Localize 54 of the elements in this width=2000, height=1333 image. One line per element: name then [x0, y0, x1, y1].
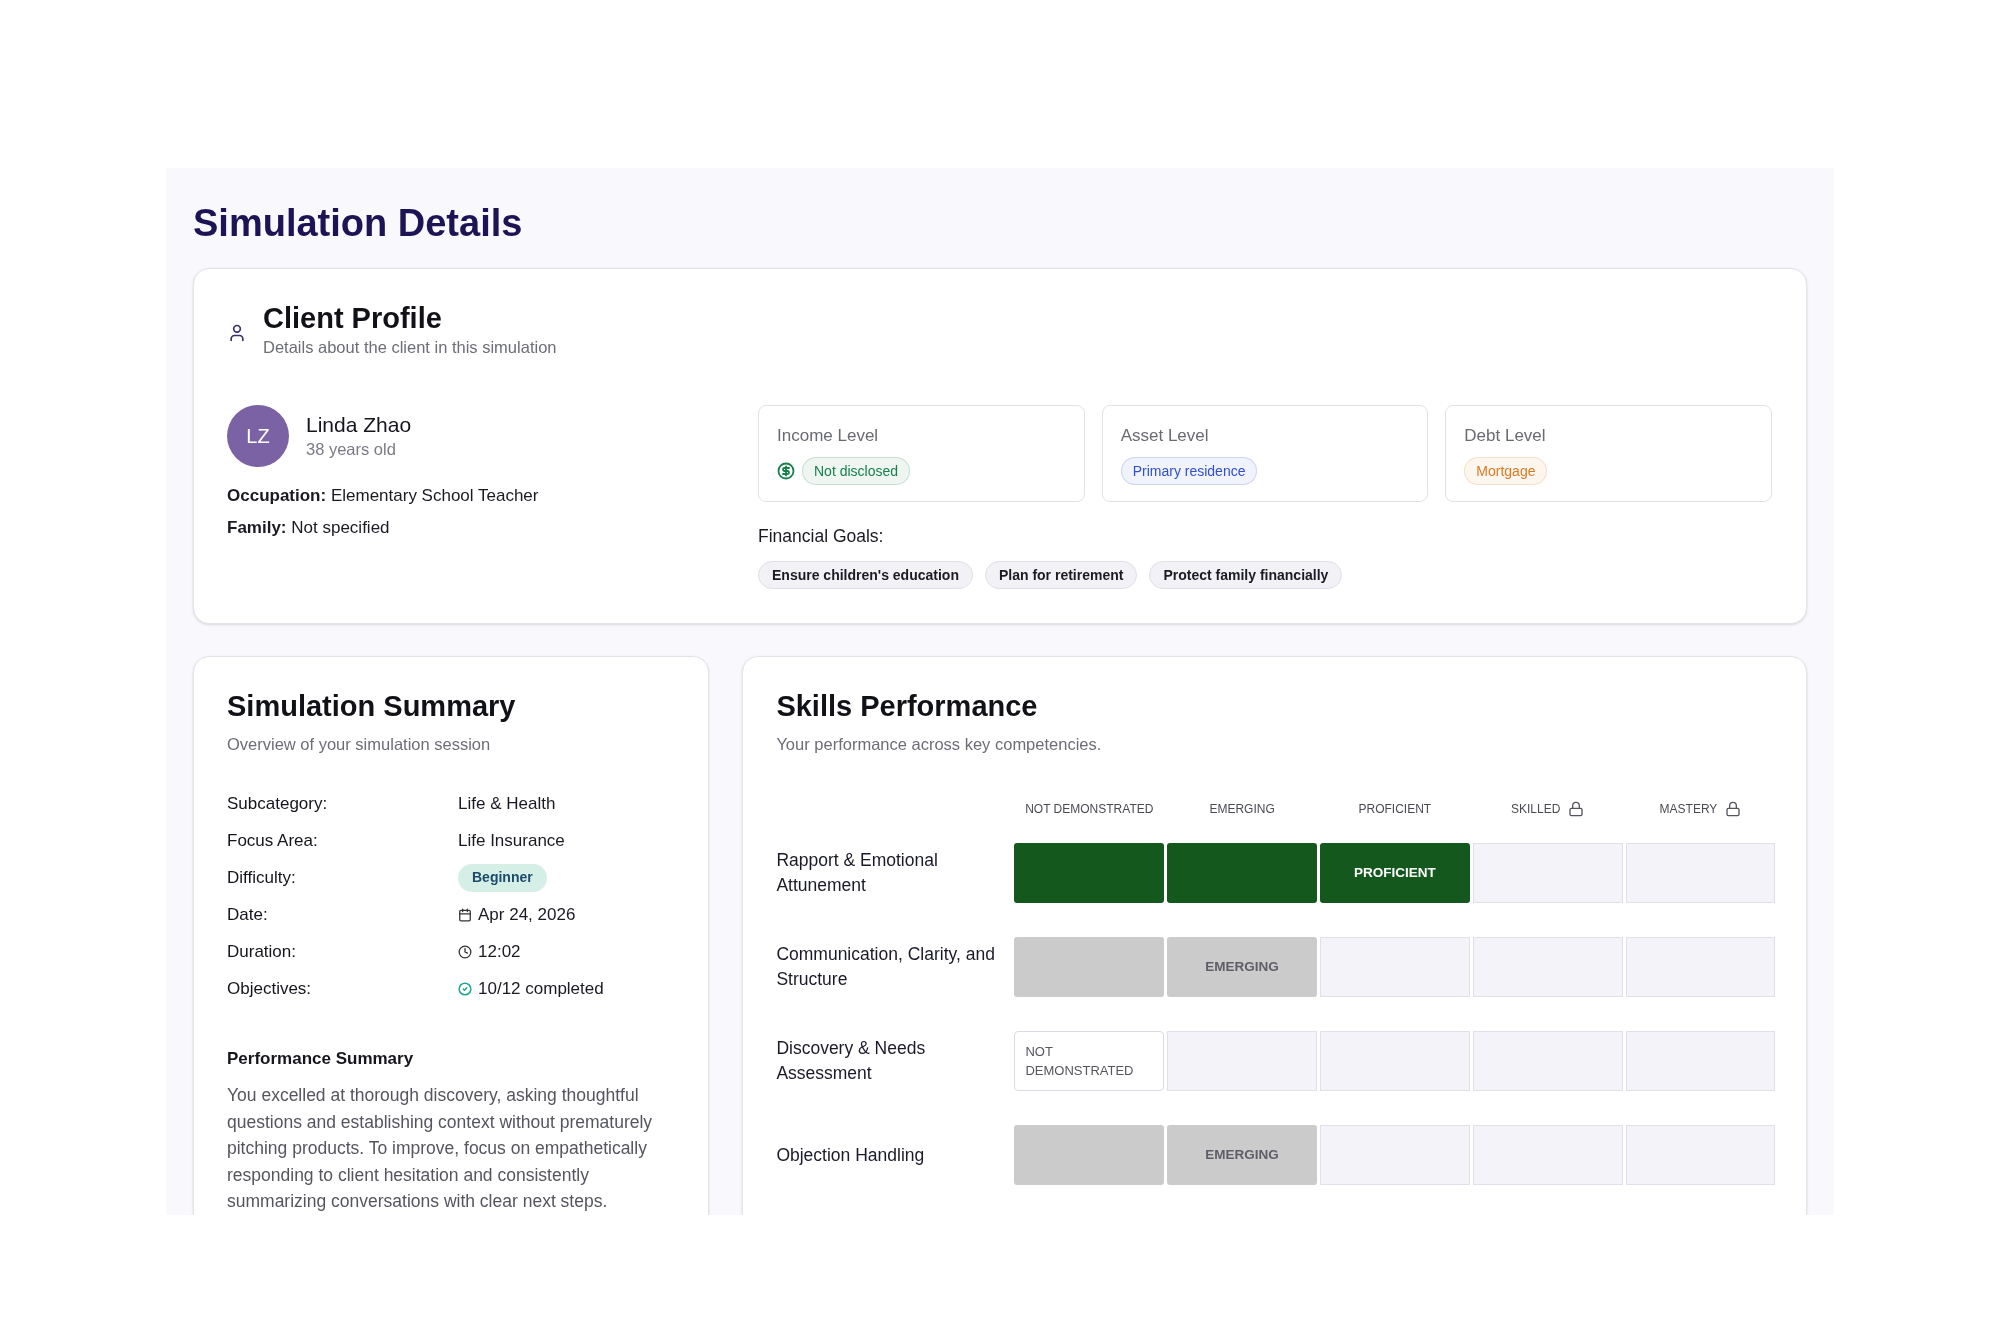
level-badge: Primary residence — [1120, 457, 1258, 485]
goal-chip: Ensure children's education — [758, 561, 973, 589]
performance-summary-text: You excelled at thorough discovery, asking thoughtful questions and establishing context without prematurely pitching products. To improve, focus on empathetically responding to client hesitation and consistently summarizing conversations with clear next steps. — [227, 1084, 654, 1213]
summary-label: Subcategory: — [227, 792, 329, 815]
level-label: Debt Level — [1464, 425, 1546, 447]
client-detail: Occupation: Elementary School Teacher — [227, 485, 539, 507]
column-header: EMERGING — [1209, 801, 1275, 818]
skill-name: Objection Handling — [776, 1143, 926, 1167]
skill-name: Rapport & Emotional Attunement — [776, 849, 939, 897]
card-subtitle: Overview of your simulation session — [227, 734, 491, 755]
summary-label: Focus Area: — [227, 829, 319, 852]
column-header: SKILLED — [1511, 801, 1561, 818]
column-header: MASTERY — [1659, 801, 1718, 818]
card-title: Skills Performance — [776, 689, 1038, 724]
client-detail: Family: Not specified — [227, 517, 390, 539]
level-badge: Not disclosed — [802, 457, 911, 485]
card-subtitle: Your performance across key competencies. — [776, 734, 1102, 755]
level-label: Asset Level — [1120, 425, 1209, 447]
skill-level-cell: NOT DEMONSTRATED — [1014, 1031, 1165, 1091]
goal-chip: Plan for retirement — [984, 561, 1138, 589]
objectives-value: 10/12 completed — [478, 977, 604, 1000]
column-header: PROFICIENT — [1358, 801, 1432, 818]
summary-label: Objectives: — [227, 977, 313, 1000]
summary-value: Life Insurance — [458, 829, 565, 852]
skill-name: Communication, Clarity, and Structure — [776, 943, 996, 991]
skill-level-cell: EMERGING — [1167, 1125, 1317, 1185]
card-title: Client Profile — [263, 301, 442, 336]
level-label: Income Level — [777, 425, 879, 447]
card-subtitle: Details about the client in this simulation — [263, 337, 557, 358]
level-badge: Mortgage — [1464, 457, 1548, 485]
summary-label: Difficulty: — [227, 866, 297, 889]
skill-level-cell: PROFICIENT — [1319, 843, 1470, 903]
check-circle-icon — [458, 981, 472, 996]
user-icon — [227, 323, 247, 343]
client-name: Linda Zhao — [306, 412, 412, 438]
financial-goals-label: Financial Goals: — [758, 525, 884, 548]
date-value: Apr 24, 2026 — [478, 903, 576, 926]
skill-level-cell: EMERGING — [1167, 937, 1317, 997]
column-header: NOT DEMONSTRATED — [1025, 801, 1154, 818]
summary-label: Date: — [227, 903, 269, 926]
clock-icon — [458, 944, 472, 959]
goal-chip: Protect family financially — [1149, 561, 1343, 589]
section-heading: Performance Summary — [227, 1048, 414, 1070]
difficulty-badge: Beginner — [458, 863, 547, 892]
duration-value: 12:02 — [478, 940, 521, 963]
avatar: LZ — [227, 405, 289, 467]
dollar-icon — [777, 462, 795, 480]
page-title: Simulation Details — [193, 201, 523, 246]
calendar-icon — [458, 907, 472, 922]
summary-label: Duration: — [227, 940, 297, 963]
skill-name: Discovery & Needs Assessment — [776, 1037, 927, 1085]
client-age: 38 years old — [306, 439, 396, 460]
card-title: Simulation Summary — [227, 689, 516, 724]
summary-value: Life & Health — [458, 792, 556, 815]
